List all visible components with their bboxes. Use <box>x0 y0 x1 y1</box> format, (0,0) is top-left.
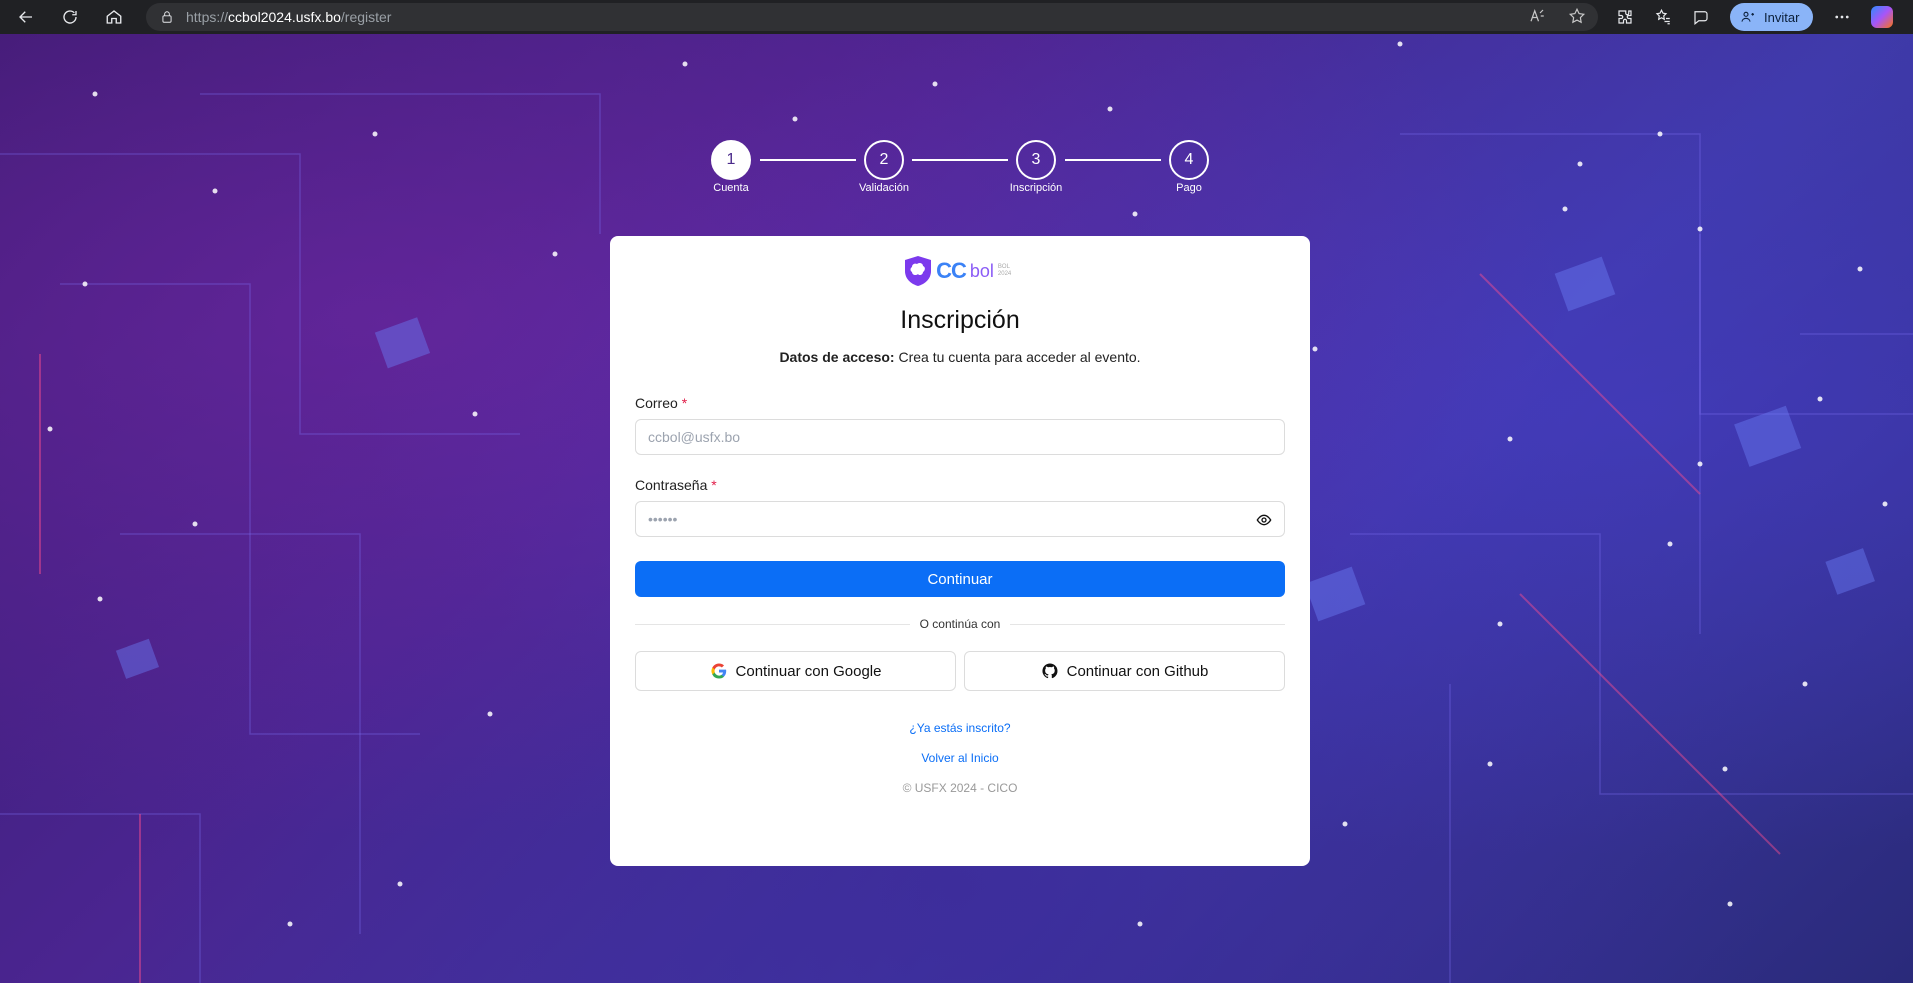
step-2-label: Validación <box>859 182 909 194</box>
page-title: Inscripción <box>900 306 1020 334</box>
address-bar[interactable]: https://ccbol2024.usfx.bo/register <box>146 3 1598 31</box>
more-options-icon[interactable] <box>1833 8 1851 26</box>
subtitle-text: Crea tu cuenta para acceder al evento. <box>894 349 1141 365</box>
form-subtitle: Datos de acceso: Crea tu cuenta para acc… <box>635 349 1285 365</box>
profile-invite-icon <box>1741 11 1754 22</box>
logo-bol-text: bol <box>969 260 994 281</box>
email-field[interactable]: ccbol@usfx.bo <box>635 419 1285 455</box>
step-2: 2 Validación <box>834 140 934 194</box>
password-label: Contraseña * <box>635 477 1285 493</box>
home-icon <box>106 10 122 24</box>
copilot-icon[interactable] <box>1871 6 1894 28</box>
show-password-button[interactable] <box>1256 512 1272 528</box>
google-login-button[interactable]: Continuar con Google <box>635 651 956 691</box>
invite-label: Invitar <box>1764 9 1800 25</box>
github-login-button[interactable]: Continuar con Github <box>964 651 1285 691</box>
step-1: 1 Cuenta <box>681 140 781 194</box>
step-4-label: Pago <box>1176 182 1202 194</box>
invite-button[interactable]: Invitar <box>1730 3 1814 31</box>
required-mark: * <box>681 395 688 411</box>
step-1-label: Cuenta <box>713 182 749 194</box>
reload-button[interactable] <box>52 2 88 32</box>
already-registered-link[interactable]: ¿Ya estás inscrito? <box>635 721 1285 735</box>
subtitle-bold: Datos de acceso: <box>779 349 895 365</box>
divider-text: O continúa con <box>919 617 1001 631</box>
reload-icon <box>63 10 77 24</box>
extensions-icon[interactable] <box>1616 8 1634 26</box>
logo-sub-text: BOL 2024 <box>997 264 1012 277</box>
read-aloud-icon[interactable] <box>1528 7 1546 25</box>
ccbol-logo: CC bol BOL 2024 <box>635 254 1285 288</box>
required-mark: * <box>711 477 717 493</box>
url-protocol: https:// <box>186 9 229 25</box>
registration-stepper: 1 Cuenta 2 Validación 3 Inscripción 4 Pa… <box>0 140 1913 230</box>
step-4: 4 Pago <box>1139 140 1239 194</box>
copyright-footer: © USFX 2024 - CICO <box>902 781 1018 795</box>
url-host: ccbol2024.usfx.bo <box>228 9 341 25</box>
url-path: /register <box>340 9 392 25</box>
email-label-text: Correo <box>635 395 678 411</box>
step-3: 3 Inscripción <box>986 140 1086 194</box>
back-button[interactable] <box>8 2 44 32</box>
back-arrow-icon <box>19 11 32 23</box>
password-placeholder: •••••• <box>648 511 678 527</box>
favorites-icon[interactable] <box>1654 8 1672 26</box>
back-home-link[interactable]: Volver al Inicio <box>635 751 1285 765</box>
collections-icon[interactable] <box>1692 8 1710 26</box>
registration-card: CC bol BOL 2024 Inscripción Datos de acc… <box>610 236 1310 866</box>
step-2-number: 2 <box>864 140 904 180</box>
social-login: Continuar con Google Continuar con Githu… <box>635 651 1285 691</box>
shield-brain-icon <box>905 256 932 286</box>
password-label-text: Contraseña <box>635 477 708 493</box>
step-3-number: 3 <box>1016 140 1056 180</box>
lock-icon <box>160 10 174 24</box>
step-4-number: 4 <box>1169 140 1209 180</box>
divider: O continúa con <box>635 617 1285 631</box>
divider-line <box>635 623 910 625</box>
continue-button[interactable]: Continuar <box>635 561 1285 597</box>
favorite-star-icon[interactable] <box>1568 7 1586 25</box>
google-icon <box>711 663 726 679</box>
github-button-label: Continuar con Github <box>1066 662 1209 680</box>
divider-line <box>1010 623 1285 625</box>
logo-cc-text: CC <box>936 258 967 283</box>
google-button-label: Continuar con Google <box>735 662 882 680</box>
eye-icon <box>1256 514 1272 526</box>
github-icon <box>1042 663 1058 679</box>
step-3-label: Inscripción <box>1009 182 1063 194</box>
step-1-number: 1 <box>711 140 751 180</box>
email-placeholder: ccbol@usfx.bo <box>648 429 741 445</box>
password-field[interactable]: •••••• <box>635 501 1285 537</box>
email-label: Correo * <box>635 395 1285 411</box>
home-button[interactable] <box>96 2 132 32</box>
browser-toolbar: https://ccbol2024.usfx.bo/register Invit… <box>0 0 1913 34</box>
